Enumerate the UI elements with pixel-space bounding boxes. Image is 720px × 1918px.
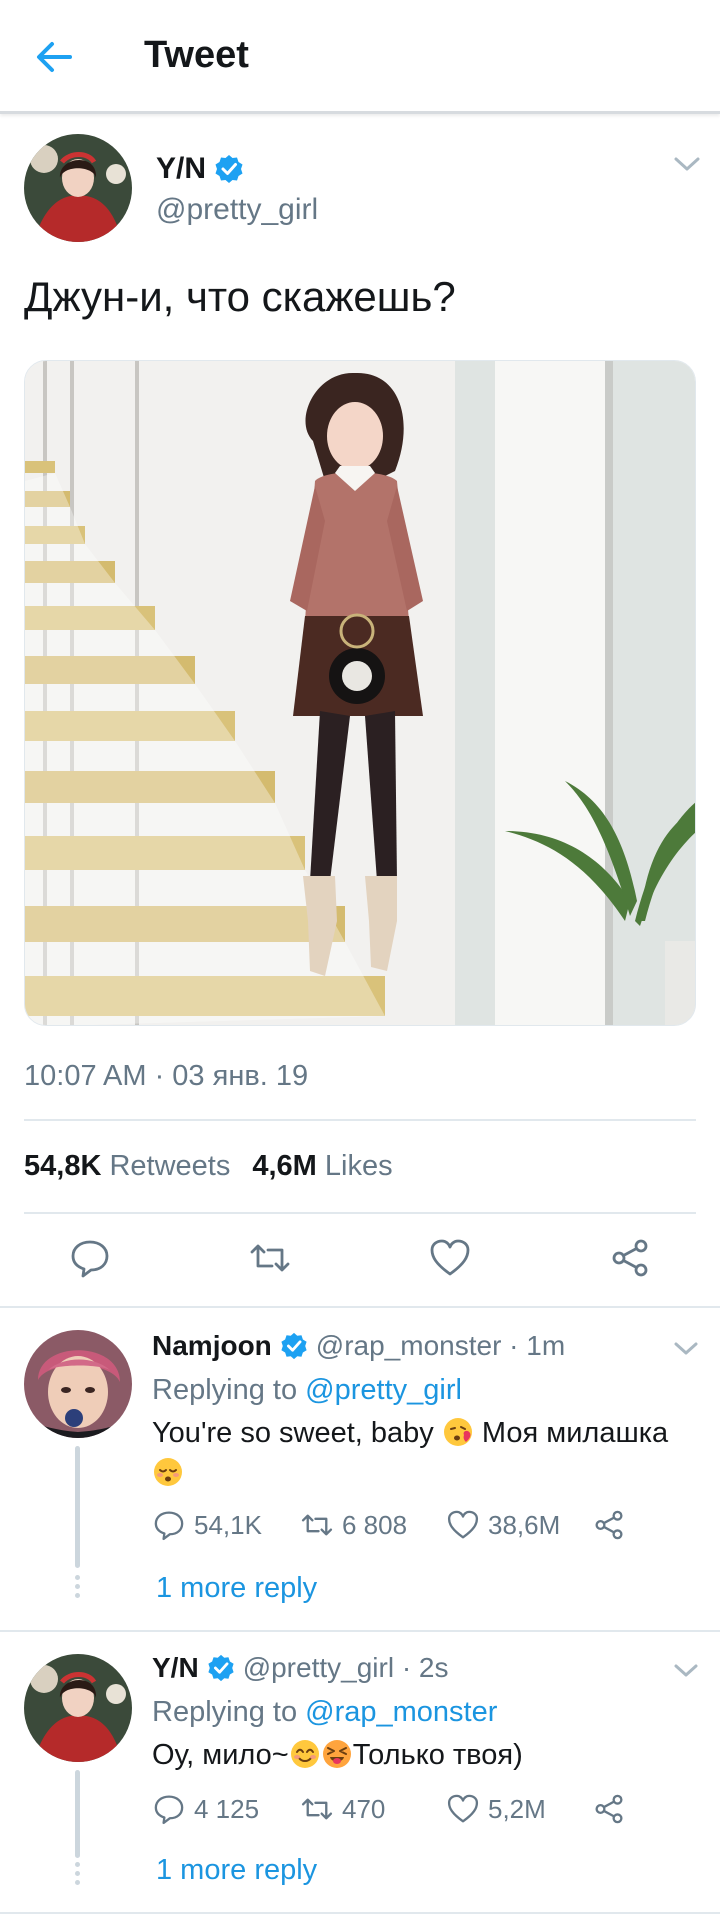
reply-count: 54,1K	[194, 1509, 262, 1540]
likes-count: 4,6M	[252, 1150, 317, 1182]
replying-to-prefix: Replying to	[152, 1696, 298, 1728]
thread-line	[75, 1770, 80, 1858]
reply-button[interactable]: 54,1K	[152, 1508, 262, 1542]
reply-text-part: Только твоя)	[352, 1739, 523, 1771]
author-handle[interactable]: @pretty_girl	[156, 193, 318, 227]
like-icon	[447, 1794, 479, 1823]
more-replies-link[interactable]: 1 more reply	[156, 1572, 317, 1605]
divider	[0, 1630, 720, 1632]
app-header: Tweet	[0, 0, 720, 114]
more-replies-link[interactable]: 1 more reply	[156, 1854, 317, 1887]
page-title: Tweet	[144, 34, 249, 76]
like-button[interactable]: 5,2M	[446, 1792, 546, 1826]
tweet-photo[interactable]	[24, 360, 696, 1026]
retweet-count: 6 808	[342, 1509, 408, 1540]
divider	[0, 1306, 720, 1308]
thread-line	[75, 1446, 80, 1568]
verified-badge-icon	[215, 155, 243, 183]
replying-to-prefix: Replying to	[152, 1374, 298, 1406]
share-button[interactable]	[592, 1792, 626, 1826]
reply-author-name[interactable]: Y/N	[152, 1652, 199, 1684]
reply-text: Оу, мило~ Только твоя)	[152, 1735, 692, 1775]
retweet-icon[interactable]	[248, 1236, 292, 1280]
likes-label: Likes	[324, 1150, 393, 1182]
reply-avatar[interactable]	[24, 1330, 132, 1438]
reply-header: Y/N @pretty_girl · 2s	[152, 1652, 449, 1684]
retweet-count: 470	[342, 1793, 386, 1824]
reply-text: You're so sweet, baby Моя милашка	[152, 1413, 692, 1493]
mention-link[interactable]: @rap_monster	[305, 1696, 497, 1728]
retweet-icon	[301, 1798, 333, 1820]
chevron-down-icon[interactable]	[672, 1338, 700, 1360]
reply-text-part: You're so sweet, baby	[152, 1417, 434, 1449]
smiling-blush-emoji-icon	[290, 1740, 319, 1768]
reply-handle-time: @rap_monster · 1m	[315, 1330, 566, 1361]
reply-count: 4 125	[194, 1793, 260, 1824]
mention-link[interactable]: @pretty_girl	[305, 1374, 462, 1406]
reply-avatar[interactable]	[24, 1654, 132, 1762]
retweets-label: Retweets	[109, 1150, 231, 1182]
author-name-text: Y/N	[156, 152, 207, 185]
reply-handle-time: @pretty_girl · 2s	[242, 1652, 449, 1683]
verified-badge-icon	[281, 1332, 307, 1360]
like-count: 38,6M	[488, 1509, 561, 1540]
share-icon	[595, 1794, 623, 1824]
reply-icon	[154, 1795, 184, 1825]
tweet-stats: 54,8K Retweets 4,6M Likes	[24, 1150, 393, 1183]
like-icon[interactable]	[428, 1236, 472, 1280]
reply-header: Namjoon @rap_monster · 1m	[152, 1330, 565, 1362]
reply-action-bar: 4 125 470 5,2M	[152, 1792, 712, 1832]
verified-badge-icon	[208, 1654, 234, 1682]
thread-dots	[74, 1862, 81, 1889]
retweets-stat[interactable]: 54,8K Retweets	[24, 1150, 230, 1183]
divider	[0, 1912, 720, 1914]
retweet-button[interactable]: 470	[300, 1792, 385, 1826]
kissing-face-emoji-icon	[443, 1418, 472, 1446]
reply-text-part: Оу, мило~	[152, 1739, 289, 1771]
retweets-count: 54,8K	[24, 1150, 102, 1182]
share-button[interactable]	[592, 1508, 626, 1542]
divider	[24, 1119, 696, 1121]
tweet-text: Джун-и, что скажешь?	[24, 273, 456, 320]
like-icon	[447, 1510, 479, 1539]
thread-dots	[74, 1575, 81, 1602]
kissing-closed-eyes-emoji-icon	[154, 1458, 182, 1486]
squinting-tongue-emoji-icon	[322, 1740, 351, 1768]
share-icon	[595, 1510, 623, 1540]
share-icon[interactable]	[608, 1236, 652, 1280]
replying-to: Replying to @rap_monster	[152, 1696, 497, 1729]
retweet-icon	[301, 1514, 333, 1536]
chevron-down-icon[interactable]	[672, 152, 702, 176]
reply-icon	[154, 1511, 184, 1541]
author-avatar[interactable]	[24, 134, 132, 242]
reply-button[interactable]: 4 125	[152, 1792, 259, 1826]
reply-author-name[interactable]: Namjoon	[152, 1330, 272, 1362]
retweet-button[interactable]: 6 808	[300, 1508, 407, 1542]
reply-icon[interactable]	[68, 1236, 112, 1280]
author-name[interactable]: Y/N	[156, 152, 244, 186]
like-button[interactable]: 38,6M	[446, 1508, 560, 1542]
likes-stat[interactable]: 4,6M Likes	[252, 1150, 392, 1183]
reply-action-bar: 54,1K 6 808 38,6M	[152, 1508, 712, 1548]
chevron-down-icon[interactable]	[672, 1660, 700, 1682]
divider	[24, 1212, 696, 1214]
replying-to: Replying to @pretty_girl	[152, 1374, 462, 1407]
like-count: 5,2M	[488, 1793, 546, 1824]
back-button[interactable]	[30, 32, 80, 82]
tweet-timestamp: 10:07 AM · 03 янв. 19	[24, 1060, 309, 1092]
reply-text-part: Моя милашка	[481, 1417, 669, 1449]
arrow-left-icon	[37, 42, 72, 72]
